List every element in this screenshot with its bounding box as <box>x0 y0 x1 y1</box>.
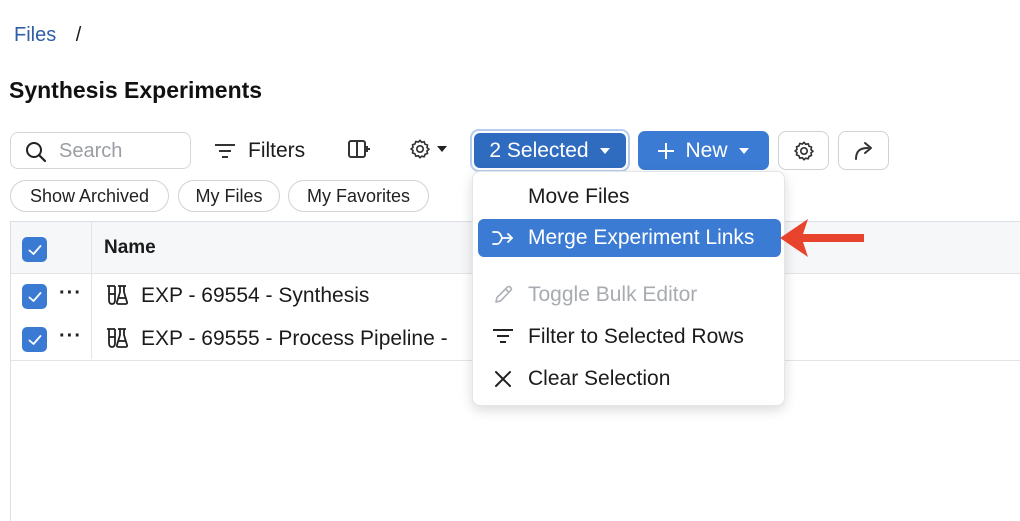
new-label: New <box>685 138 728 162</box>
show-archived-chip[interactable]: Show Archived <box>10 180 169 212</box>
pencil-icon <box>495 285 513 303</box>
experiment-flask-icon <box>107 328 128 348</box>
gear-icon <box>410 139 430 159</box>
filter-icon <box>215 144 235 158</box>
insert-column-icon <box>348 140 370 158</box>
row-actions-menu-icon[interactable]: ··· <box>59 325 82 348</box>
menu-item-label: Filter to Selected Rows <box>528 325 744 348</box>
search-box[interactable] <box>10 132 191 169</box>
menu-item-clear-selection[interactable]: Clear Selection <box>478 360 781 398</box>
share-arrow-icon <box>854 141 872 160</box>
share-button[interactable] <box>838 131 889 170</box>
menu-item-merge-experiment-links[interactable]: Merge Experiment Links <box>478 219 781 257</box>
my-favorites-chip[interactable]: My Favorites <box>288 180 429 212</box>
filter-icon <box>493 329 513 343</box>
my-files-chip[interactable]: My Files <box>178 180 280 212</box>
caret-down-icon <box>738 147 749 154</box>
experiment-name[interactable]: EXP - 69555 - Process Pipeline - <box>141 327 448 351</box>
select-all-checkbox[interactable] <box>22 237 47 262</box>
close-icon <box>495 371 511 387</box>
name-column-header[interactable]: Name <box>104 237 156 259</box>
breadcrumb-files-link[interactable]: Files <box>14 24 56 46</box>
check-icon <box>28 244 41 255</box>
menu-item-filter-to-selected-rows[interactable]: Filter to Selected Rows <box>478 318 781 356</box>
menu-item-toggle-bulk-editor: Toggle Bulk Editor <box>478 276 781 314</box>
plus-icon <box>658 142 675 159</box>
selection-count-label: 2 Selected <box>489 138 589 162</box>
search-input[interactable] <box>59 139 183 163</box>
gear-icon <box>793 140 814 161</box>
caret-down-icon <box>599 147 610 154</box>
menu-item-label: Move Files <box>528 185 630 208</box>
menu-item-label: Merge Experiment Links <box>528 226 755 249</box>
selection-actions-menu: Move Files Merge Experiment Links Toggle… <box>472 171 785 406</box>
breadcrumb: Files / <box>14 24 81 47</box>
menu-item-label: Clear Selection <box>528 367 671 390</box>
filters-label: Filters <box>248 139 306 162</box>
menu-item-move-files[interactable]: Move Files <box>478 178 781 216</box>
settings-button[interactable] <box>778 131 829 170</box>
filters-button[interactable]: Filters <box>214 134 305 168</box>
row-actions-menu-icon[interactable]: ··· <box>59 282 82 305</box>
caret-down-icon <box>437 146 447 152</box>
selection-actions-button[interactable]: 2 Selected <box>470 129 630 172</box>
menu-item-label: Toggle Bulk Editor <box>528 283 698 306</box>
experiment-name[interactable]: EXP - 69554 - Synthesis <box>141 284 369 308</box>
check-icon <box>28 334 41 345</box>
breadcrumb-separator: / <box>75 24 82 46</box>
new-button[interactable]: New <box>638 131 769 170</box>
row-checkbox[interactable] <box>22 327 47 352</box>
view-settings-dropdown[interactable] <box>409 138 448 160</box>
experiment-flask-icon <box>107 285 128 305</box>
row-checkbox[interactable] <box>22 284 47 309</box>
search-icon <box>26 142 47 163</box>
annotation-arrow-icon <box>780 219 864 257</box>
check-icon <box>28 291 41 302</box>
merge-icon <box>492 231 513 245</box>
insert-column-button[interactable] <box>347 138 371 160</box>
page-title: Synthesis Experiments <box>9 77 263 103</box>
column-divider <box>91 222 92 359</box>
